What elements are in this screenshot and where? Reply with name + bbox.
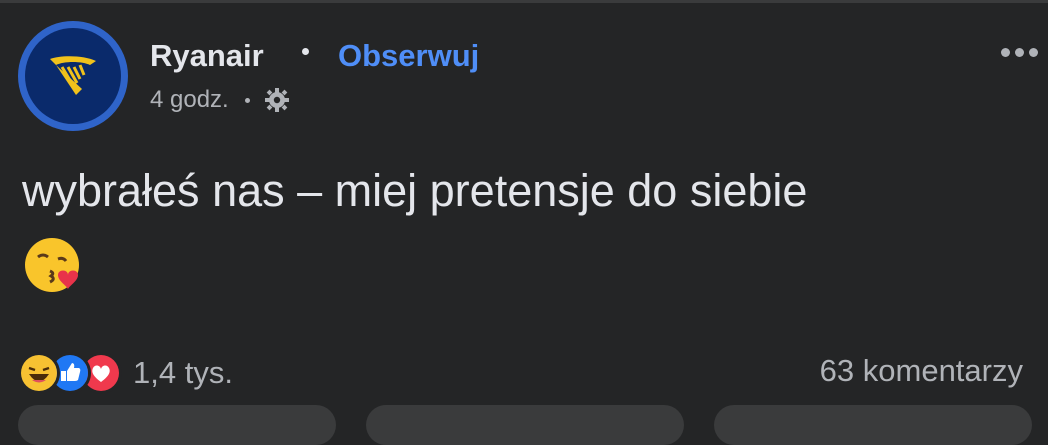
comments-count[interactable]: 63 komentarzy — [820, 353, 1023, 389]
laugh-reaction-icon — [18, 352, 60, 394]
gear-icon[interactable] — [264, 87, 290, 113]
ryanair-avatar[interactable] — [18, 21, 128, 131]
more-options-icon[interactable] — [1001, 48, 1038, 57]
top-divider — [0, 0, 1048, 3]
post-meta: 4 godz. — [150, 86, 290, 114]
post-time[interactable]: 4 godz. — [150, 86, 229, 114]
meta-separator-dot — [244, 97, 250, 103]
reaction-count[interactable]: 1,4 tys. — [133, 355, 233, 391]
reactions-summary[interactable]: 1,4 tys. — [18, 352, 233, 394]
follow-button[interactable]: Obserwuj — [338, 38, 479, 74]
author-name[interactable]: Ryanair — [150, 38, 264, 74]
comment-action-button[interactable] — [366, 405, 684, 445]
kissing-face-with-heart-emoji-icon — [22, 235, 84, 297]
like-action-button[interactable] — [18, 405, 336, 445]
ryanair-harp-logo-icon — [25, 28, 121, 124]
separator-dot — [302, 48, 309, 55]
share-action-button[interactable] — [714, 405, 1032, 445]
post-text: wybrałeś nas – miej pretensje do siebie — [22, 165, 808, 216]
